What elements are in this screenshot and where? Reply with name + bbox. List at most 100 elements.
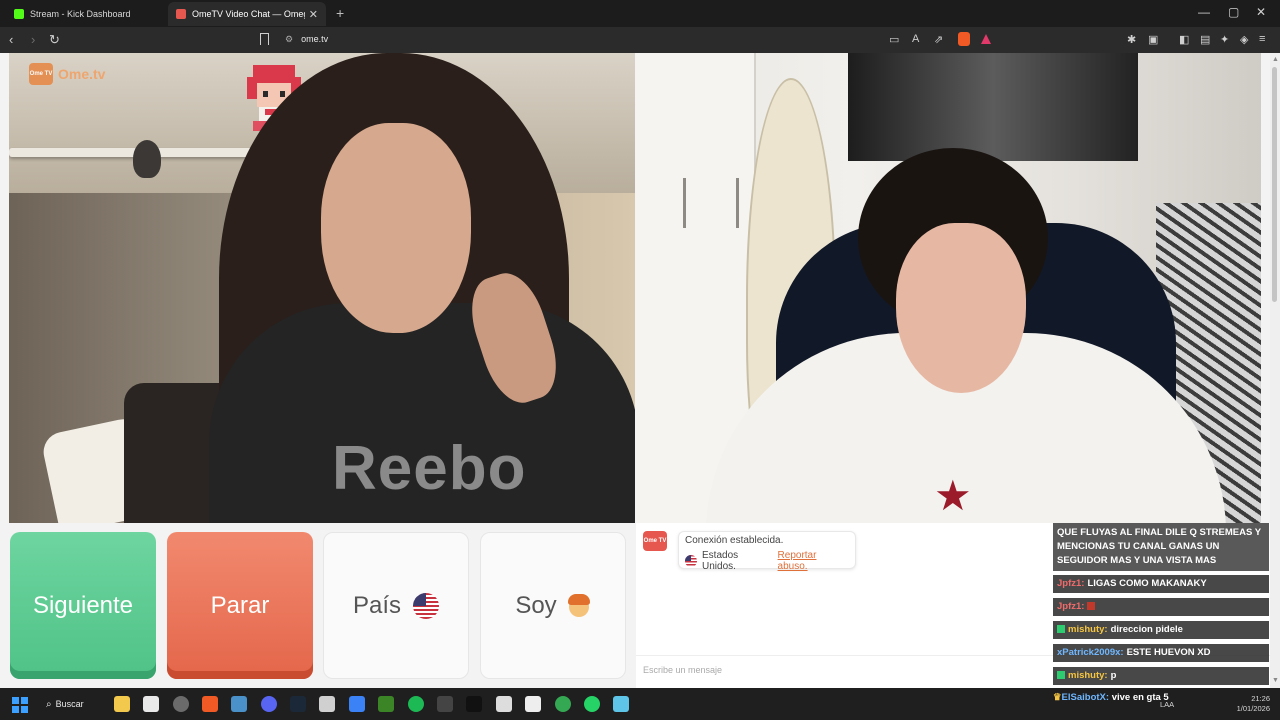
connection-status: Conexión establecida. [685, 535, 784, 546]
ometv-logo-icon: Ome TV [29, 63, 53, 85]
stop-label: Parar [210, 591, 270, 619]
browser-tab-strip: Stream - Kick Dashboard OmeTV Video Chat… [0, 0, 1280, 27]
shirt-logo-text: Reebo [332, 434, 527, 503]
whatsapp-icon[interactable] [584, 696, 600, 712]
forward-icon[interactable]: › [31, 32, 35, 47]
emote-icon [1087, 602, 1096, 611]
vpn-icon[interactable]: ◈ [1240, 33, 1248, 46]
subscriber-badge-icon [1057, 625, 1065, 634]
chat-username: mishuty: [1068, 670, 1108, 681]
menu-icon[interactable]: ≡ [1259, 33, 1265, 45]
windows-start-icon[interactable] [12, 697, 28, 713]
ometv-favicon-icon [176, 9, 186, 19]
minimize-icon[interactable]: — [1198, 5, 1210, 19]
photo-app-icon[interactable] [319, 696, 335, 712]
country-label: País [352, 591, 402, 619]
chat-text: ESTE HUEVON XD [1126, 647, 1211, 658]
brave-rewards-icon[interactable] [981, 34, 991, 44]
new-tab-icon[interactable]: + [336, 5, 344, 21]
capcut-icon[interactable] [496, 696, 512, 712]
report-abuse-link[interactable]: Reportar abuso. [778, 550, 849, 572]
us-flag-icon [413, 592, 440, 619]
chat-text: direccion pidele [1110, 624, 1183, 635]
reload-icon[interactable]: ↻ [49, 32, 60, 48]
discord-icon[interactable] [261, 696, 277, 712]
tiktok-icon[interactable] [466, 696, 482, 712]
screen-icon[interactable]: ▭ [889, 33, 899, 46]
file-explorer-icon[interactable] [114, 696, 130, 712]
highlighted-message: QUE FLUYAS AL FINAL DILE Q STREMEAS Y ME… [1053, 523, 1269, 571]
tab-ometv[interactable]: OmeTV Video Chat — Omegl ✕ [168, 2, 326, 26]
chat-text: LIGAS COMO MAKANAKY [1087, 578, 1207, 589]
search-icon: ⌕ [46, 698, 52, 710]
close-tab-icon[interactable]: ✕ [309, 8, 318, 21]
scroll-up-icon[interactable]: ▲ [1272, 56, 1279, 63]
ticker-text: vive en gta 5 [1111, 692, 1169, 703]
notepad-icon[interactable] [613, 696, 629, 712]
chat-row: mishuty: p [1053, 667, 1269, 685]
window-app-icon[interactable] [231, 696, 247, 712]
site-info-icon[interactable]: ⚙ [285, 34, 293, 44]
sidebar-icon[interactable]: ◧ [1179, 33, 1189, 46]
close-window-icon[interactable]: ✕ [1256, 5, 1266, 19]
tab-kick-dashboard[interactable]: Stream - Kick Dashboard [6, 2, 164, 26]
back-icon[interactable]: ‹ [9, 32, 13, 47]
extensions-icon[interactable]: ✱ [1127, 33, 1136, 46]
country-button[interactable]: País [323, 532, 469, 679]
subscriber-badge-icon [1057, 671, 1065, 680]
tab-title: OmeTV Video Chat — Omegl [192, 9, 305, 19]
maximize-icon[interactable]: ▢ [1228, 5, 1239, 19]
translate-icon[interactable]: A [912, 33, 919, 45]
ometv-chat-icon: Ome TV [643, 531, 667, 551]
ometv-page: Reebo Ome TV Ome.tv ★ Siguiente Parar Pa… [0, 53, 1270, 688]
kick-favicon-icon [14, 9, 24, 19]
chat-username: Jpfz1: [1057, 601, 1085, 612]
search-label: Buscar [55, 699, 84, 709]
chat-username: xPatrick2009x: [1057, 647, 1124, 658]
next-button[interactable]: Siguiente [10, 532, 156, 679]
tab-title: Stream - Kick Dashboard [30, 9, 131, 19]
gender-label: Soy [515, 591, 557, 619]
boy-avatar-icon [567, 593, 591, 619]
ometv-logo-text: Ome.tv [58, 66, 106, 82]
page-scrollbar[interactable]: ▲ ▼ [1270, 53, 1280, 688]
url-field[interactable]: ⚙ ome.tv [285, 34, 328, 45]
brave-taskbar-icon[interactable] [202, 696, 218, 712]
app-icon[interactable] [349, 696, 365, 712]
chat-row: xPatrick2009x: ESTE HUEVON XD [1053, 644, 1269, 662]
clock-icon[interactable] [173, 696, 189, 712]
wallet-icon[interactable]: ▤ [1200, 33, 1210, 46]
ometv-logo: Ome TV Ome.tv [29, 63, 105, 85]
chat-text: p [1110, 670, 1117, 681]
gender-button[interactable]: Soy [480, 532, 626, 679]
stream-chat-overlay: QUE FLUYAS AL FINAL DILE Q STREMEAS Y ME… [1053, 523, 1269, 688]
scroll-down-icon[interactable]: ▼ [1272, 677, 1279, 684]
chrome-icon[interactable] [555, 696, 571, 712]
calculator-icon[interactable] [525, 696, 541, 712]
brave-shield-icon[interactable] [958, 32, 970, 46]
store-icon[interactable] [143, 696, 159, 712]
address-bar: ‹ › ↻ ⚙ ome.tv ▭ A ⇗ ✱ ▣ ◧ ▤ ✦ ◈ ≡ [0, 27, 1280, 53]
us-flag-icon [685, 555, 697, 567]
chat-username: Jpfz1: [1057, 578, 1085, 589]
bookmark-icon[interactable] [260, 33, 269, 45]
stop-button[interactable]: Parar [167, 532, 313, 679]
minecraft-icon[interactable] [378, 696, 394, 712]
spotify-icon[interactable] [408, 696, 424, 712]
tab-search-icon[interactable]: ▣ [1148, 33, 1158, 46]
shirt-star-icon: ★ [934, 472, 972, 519]
crown-icon: ♛ [1053, 692, 1062, 703]
ticker-username: ElSaibotX: [1061, 692, 1110, 703]
scroll-thumb[interactable] [1272, 67, 1277, 302]
partner-country: Estados Unidos. [702, 550, 739, 572]
self-video: ★ [636, 53, 1261, 523]
chat-row: Jpfz1: LIGAS COMO MAKANAKY [1053, 575, 1269, 593]
obs-icon[interactable] [437, 696, 453, 712]
chat-row: Jpfz1: [1053, 598, 1269, 616]
steam-icon[interactable] [290, 696, 306, 712]
taskbar-search[interactable]: ⌕ Buscar [46, 696, 84, 712]
share-icon[interactable]: ⇗ [934, 33, 943, 46]
stranger-video: Reebo Ome TV Ome.tv [9, 53, 635, 523]
leo-ai-icon[interactable]: ✦ [1220, 33, 1229, 46]
chat-username: mishuty: [1068, 624, 1108, 635]
